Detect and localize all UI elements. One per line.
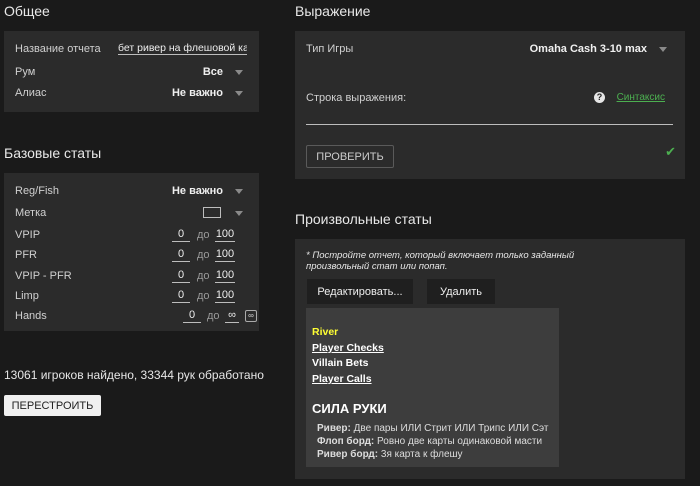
to-label: до: [197, 270, 210, 282]
detail-value: 3я карта к флешу: [380, 449, 463, 460]
detail-key: Ривер:: [317, 423, 351, 434]
custom-stats-panel: * Постройте отчет, который включает толь…: [295, 239, 685, 479]
detail-value: Ровно две карты одинаковой масти: [377, 436, 543, 447]
stat-label: Hands: [15, 310, 47, 322]
stat-label: VPIP - PFR: [15, 270, 72, 282]
regfish-row[interactable]: Reg/Fish Не важно: [15, 182, 247, 200]
report-name-row: Название отчета бет ривер на флешовой ка…: [15, 40, 247, 58]
detail-row: Флоп борд: Ровно две карты одинаковой ма…: [317, 436, 542, 447]
to-label: до: [207, 310, 220, 322]
list-item: Player Calls: [312, 373, 372, 385]
alias-row[interactable]: Алиас Не важно: [15, 84, 247, 102]
alias-label: Алиас: [15, 87, 47, 99]
to-label: до: [197, 249, 210, 261]
detail-key: Флоп борд:: [317, 436, 375, 447]
chevron-down-icon[interactable]: [235, 210, 243, 216]
infinity-icon[interactable]: ∞: [245, 310, 257, 322]
room-select[interactable]: Все: [203, 66, 223, 78]
stat-row-vpip: VPIP 0 до 100: [15, 226, 247, 244]
custom-stats-title: Произвольные статы: [295, 211, 432, 227]
stat-to-input[interactable]: ∞: [225, 309, 239, 323]
report-name-input[interactable]: бет ривер на флешовой карте: [118, 42, 247, 55]
chevron-down-icon[interactable]: [235, 188, 243, 194]
stat-from-input[interactable]: 0: [172, 228, 190, 242]
stat-row-pfr: PFR 0 до 100: [15, 246, 247, 264]
detail-row: Ривер борд: 3я карта к флешу: [317, 449, 463, 460]
regfish-select[interactable]: Не важно: [172, 185, 223, 197]
custom-stat-preview: River Player Checks Villain Bets Player …: [306, 308, 559, 467]
hand-strength-title: СИЛА РУКИ: [312, 401, 387, 416]
game-type-row[interactable]: Тип Игры Omaha Cash 3-10 max: [306, 40, 673, 58]
stat-to-input[interactable]: 100: [215, 228, 235, 242]
list-item: River: [312, 326, 339, 338]
to-label: до: [197, 229, 210, 241]
general-title: Общее: [4, 3, 50, 19]
chevron-down-icon[interactable]: [235, 69, 243, 75]
list-item: Player Checks: [312, 342, 384, 354]
to-label: до: [197, 290, 210, 302]
mark-label: Метка: [15, 207, 47, 219]
custom-stats-hint: * Постройте отчет, который включает толь…: [306, 250, 575, 272]
expr-label: Строка выражения:: [306, 92, 407, 104]
stat-to-input[interactable]: 100: [215, 269, 235, 283]
delete-button[interactable]: Удалить: [427, 279, 495, 304]
stat-from-input[interactable]: 0: [172, 248, 190, 262]
stat-from-input[interactable]: 0: [183, 309, 201, 323]
list-item: Villain Bets: [312, 357, 369, 369]
chevron-down-icon[interactable]: [235, 90, 243, 96]
check-icon: ✔: [665, 144, 676, 159]
stat-label: PFR: [15, 249, 37, 261]
detail-value: Две пары ИЛИ Стрит ИЛИ Трипс ИЛИ Сэт: [353, 423, 549, 434]
expression-title: Выражение: [295, 3, 371, 19]
expression-panel: Тип Игры Omaha Cash 3-10 max Строка выра…: [295, 31, 685, 179]
rebuild-button[interactable]: ПЕРЕСТРОИТЬ: [4, 395, 101, 416]
stat-to-input[interactable]: 100: [215, 289, 235, 303]
base-stats-title: Базовые статы: [4, 145, 102, 161]
expr-row: Строка выражения: ? Синтаксис: [306, 89, 673, 107]
regfish-label: Reg/Fish: [15, 185, 60, 197]
stat-to-input[interactable]: 100: [215, 248, 235, 262]
mark-row[interactable]: Метка: [15, 204, 247, 222]
stat-label: Limp: [15, 290, 39, 302]
stat-row-hands: Hands 0 до ∞ ∞: [15, 307, 257, 325]
stat-row-limp: Limp 0 до 100: [15, 287, 247, 305]
found-status: 13061 игроков найдено, 33344 рук обработ…: [4, 368, 264, 382]
mark-color-swatch[interactable]: [203, 207, 221, 218]
report-name-label: Название отчета: [15, 43, 101, 55]
alias-select[interactable]: Не важно: [172, 87, 223, 99]
room-row[interactable]: Рум Все: [15, 63, 247, 81]
check-button[interactable]: ПРОВЕРИТЬ: [306, 145, 394, 168]
detail-row: Ривер: Две пары ИЛИ Стрит ИЛИ Трипс ИЛИ …: [317, 423, 548, 434]
stat-from-input[interactable]: 0: [172, 269, 190, 283]
game-type-select[interactable]: Omaha Cash 3-10 max: [530, 43, 647, 55]
expression-input[interactable]: [306, 124, 673, 125]
game-type-label: Тип Игры: [306, 43, 354, 55]
base-stats-panel: Reg/Fish Не важно Метка VPIP 0 до 100 PF…: [4, 173, 259, 331]
syntax-link[interactable]: Синтаксис: [617, 92, 665, 103]
stat-from-input[interactable]: 0: [172, 289, 190, 303]
room-label: Рум: [15, 66, 36, 78]
detail-key: Ривер борд:: [317, 449, 379, 460]
chevron-down-icon[interactable]: [659, 46, 667, 52]
help-icon[interactable]: ?: [594, 92, 605, 103]
stat-row-vpip-pfr: VPIP - PFR 0 до 100: [15, 267, 247, 285]
general-panel: Название отчета бет ривер на флешовой ка…: [4, 31, 259, 112]
stat-label: VPIP: [15, 229, 41, 241]
edit-button[interactable]: Редактировать...: [307, 279, 413, 304]
